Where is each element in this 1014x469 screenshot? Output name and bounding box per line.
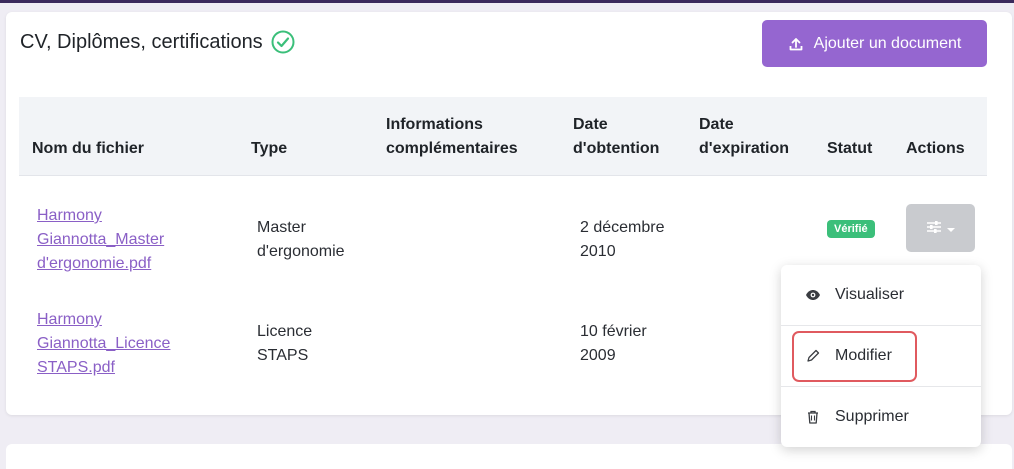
caret-down-icon <box>946 221 956 236</box>
header-date-expiry-line2: d'expiration <box>699 140 790 157</box>
date-line: 10 février <box>580 323 647 340</box>
eye-icon <box>805 287 821 303</box>
pencil-icon <box>805 348 821 364</box>
file-link-licence[interactable]: Harmony Giannotta_Licence STAPS.pdf <box>37 308 197 380</box>
row-actions-button[interactable] <box>906 204 975 252</box>
date-line: 2010 <box>580 243 616 260</box>
menu-item-delete[interactable]: Supprimer <box>781 387 981 447</box>
file-link-master[interactable]: Harmony Giannotta_Master d'ergonomie.pdf <box>37 204 197 276</box>
add-document-label: Ajouter un document <box>813 34 962 52</box>
table-header: Nom du fichier Type Informations complém… <box>19 97 987 176</box>
row1-date-obtained: 2 décembre 2010 <box>580 216 665 264</box>
check-circle-icon <box>271 30 295 54</box>
top-strip <box>0 0 1014 3</box>
file-link-line: STAPS.pdf <box>37 359 115 376</box>
menu-item-view[interactable]: Visualiser <box>781 265 981 325</box>
header-info-line1: Informations <box>386 116 483 133</box>
header-info-line2: complémentaires <box>386 140 518 157</box>
status-badge: Vérifié <box>827 220 875 238</box>
section-title: CV, Diplômes, certifications <box>20 30 295 54</box>
type-line: Master <box>257 219 306 236</box>
header-actions: Actions <box>906 140 965 157</box>
header-status: Statut <box>827 140 873 157</box>
type-line: Licence <box>257 323 313 340</box>
file-link-line: Giannotta_Licence <box>37 335 171 352</box>
file-link-line: Harmony <box>37 207 102 224</box>
file-link-line: Giannotta_Master <box>37 231 165 248</box>
row2-date-obtained: 10 février 2009 <box>580 320 647 368</box>
add-document-button[interactable]: Ajouter un document <box>762 20 987 67</box>
header-date-obtained-line1: Date <box>573 116 608 133</box>
menu-item-delete-label: Supprimer <box>835 408 909 425</box>
header-filename: Nom du fichier <box>32 140 145 157</box>
header-type: Type <box>251 140 288 157</box>
menu-item-edit-label: Modifier <box>835 347 892 364</box>
upload-icon <box>788 36 804 52</box>
date-line: 2 décembre <box>580 219 665 236</box>
menu-item-view-label: Visualiser <box>835 286 905 303</box>
sliders-icon <box>926 220 942 237</box>
file-link-line: Harmony <box>37 311 102 328</box>
trash-icon <box>805 409 821 425</box>
next-section-card <box>6 444 1012 469</box>
menu-item-edit[interactable]: Modifier <box>781 326 981 386</box>
file-link-line: d'ergonomie.pdf <box>37 255 152 272</box>
row2-type: Licence STAPS <box>257 320 312 368</box>
header-date-obtained-line2: d'obtention <box>573 140 660 157</box>
header-date-expiry-line1: Date <box>699 116 734 133</box>
section-title-text: CV, Diplômes, certifications <box>20 30 263 53</box>
row1-type: Master d'ergonomie <box>257 216 345 264</box>
type-line: STAPS <box>257 347 309 364</box>
type-line: d'ergonomie <box>257 243 345 260</box>
actions-dropdown-menu: Visualiser Modifier Supprimer <box>781 265 981 447</box>
date-line: 2009 <box>580 347 616 364</box>
